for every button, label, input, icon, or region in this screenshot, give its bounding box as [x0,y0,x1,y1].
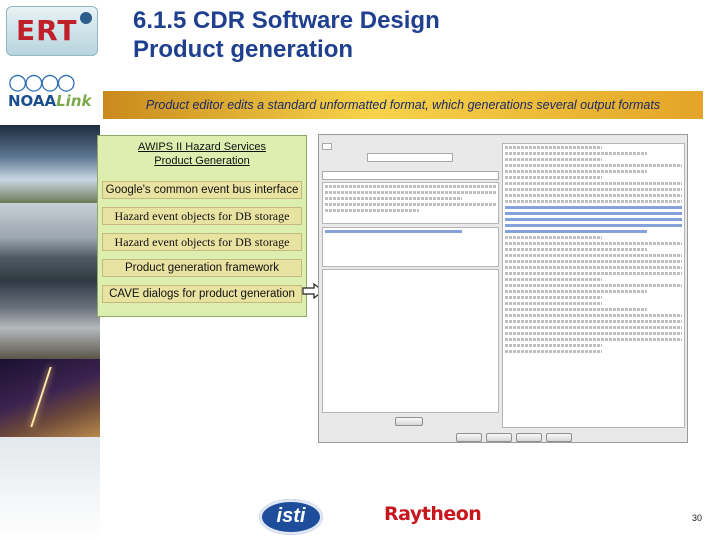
panel-row-hazard-objects-2: Hazard event objects for DB storage [102,233,302,251]
lightning-bolt-icon [30,367,52,427]
product-editor-screenshot [318,134,688,443]
panel-row-hazard-objects-1: Hazard event objects for DB storage [102,207,302,225]
slide-title-line-2: Product generation [133,36,354,63]
editor-product-dropdown [367,153,453,162]
storm-surge-image [0,281,100,359]
dialog-button-3[interactable] [516,433,542,442]
slide-title-line-1: 6.1.5 CDR Software Design [133,7,440,34]
summary-banner: Product editor edits a standard unformat… [103,91,703,119]
editor-headline-text [322,182,499,224]
tornado-image [0,203,100,281]
clouds-fade-image [0,437,100,540]
panel-title-line-1: AWIPS II Hazard Services [138,141,266,153]
link-logo-word: Link [56,92,92,110]
editor-format-dropdown [322,171,499,180]
isti-logo: isti [259,499,323,535]
noaa-link-logo: ○○○○ NOAALink [4,68,98,118]
slide-title: 6.1.5 CDR Software Design Product genera… [133,6,440,64]
panel-row-event-bus: Google's common event bus interface [102,181,302,199]
editor-small-field [322,143,332,150]
editor-segment-text [322,227,499,267]
page-number: 30 [692,513,703,523]
panel-title-line-2: Product Generation [154,155,250,167]
dialog-button-4[interactable] [546,433,572,442]
lightning-image [0,359,100,437]
noaa-logo-word: NOAA [8,92,57,110]
noaa-logo-text: NOAALink [8,92,91,110]
product-preview-text [502,143,685,428]
editor-cap-text [322,269,499,413]
ert-logo-dot [80,12,92,24]
storm-cloud-image [0,125,100,203]
panel-row-cave-dialogs: CAVE dialogs for product generation [102,285,302,303]
generate-button[interactable] [395,417,423,426]
ert-logo-text: ERT [16,14,78,47]
panel-row-framework: Product generation framework [102,259,302,277]
left-decoration-strip: ERT ○○○○ NOAALink [0,0,100,540]
raytheon-logo: Raytheon [384,503,482,525]
dialog-button-1[interactable] [456,433,482,442]
product-generation-panel: AWIPS II Hazard Services Product Generat… [97,135,307,317]
dialog-button-2[interactable] [486,433,512,442]
ert-logo: ERT [6,6,98,56]
